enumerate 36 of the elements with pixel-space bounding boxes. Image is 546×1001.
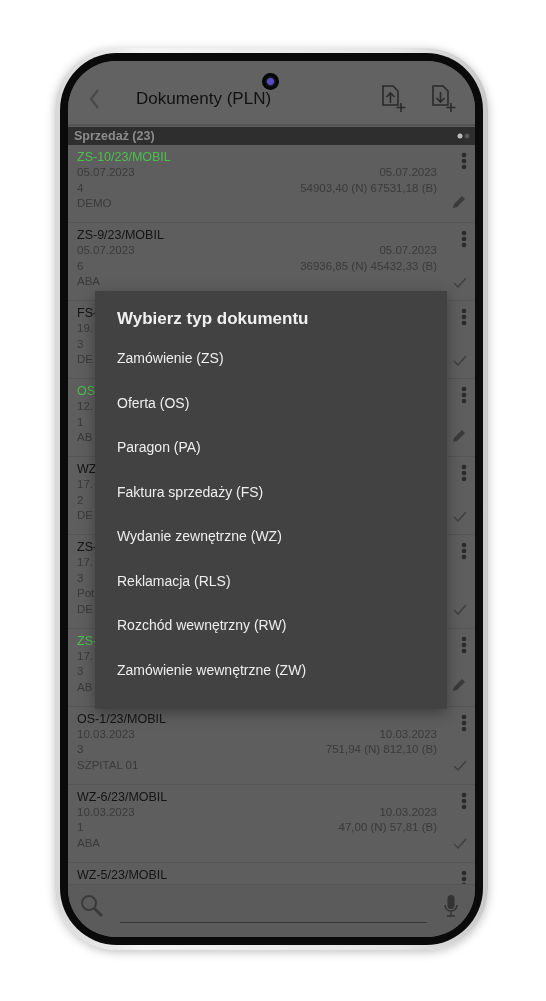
more-icon[interactable] [461,308,467,326]
menu-item[interactable]: Wydanie zewnętrzne (WZ) [117,528,282,544]
more-icon[interactable] [461,230,467,248]
check-icon [453,838,467,849]
microphone-icon[interactable] [443,894,459,918]
more-icon[interactable] [461,464,467,482]
check-icon [453,276,467,288]
more-icon[interactable] [461,635,467,654]
search-icon[interactable] [80,894,104,918]
menu-item[interactable]: Rozchód wewnętrzny (RW) [117,617,287,633]
back-icon[interactable] [88,87,100,110]
menu-item[interactable]: Reklamacja (RLS) [117,572,231,589]
check-icon [453,354,467,366]
menu-item[interactable]: Paragon (PA) [117,439,201,455]
more-icon[interactable] [461,713,467,732]
upload-document-icon[interactable] [381,82,407,113]
menu-item[interactable]: Oferta (OS) [117,394,190,411]
pencil-icon [451,193,467,210]
screen-title: Dokumenty (PLN) [136,87,272,109]
more-icon[interactable] [461,152,467,170]
more-icon[interactable] [461,386,467,404]
menu-item[interactable]: Zamówienie (ZS) [117,350,224,366]
more-icon[interactable] [461,542,467,560]
menu-item[interactable]: Zamówienie wewnętrzne (ZW) [117,661,307,678]
menu-item[interactable]: Faktura sprzedaży (FS) [117,483,264,500]
more-icon[interactable] [461,869,467,884]
download-document-icon[interactable] [431,82,457,113]
page-indicator-icon [457,133,471,139]
section-title: Sprzedaż (23) [74,129,155,143]
pencil-icon [451,427,467,444]
check-icon [453,604,467,615]
check-icon [453,760,467,771]
dialog-title: Wybierz typ dokumentu [116,309,310,329]
check-icon [453,510,467,522]
pencil-icon [451,677,467,693]
more-icon[interactable] [461,791,467,810]
